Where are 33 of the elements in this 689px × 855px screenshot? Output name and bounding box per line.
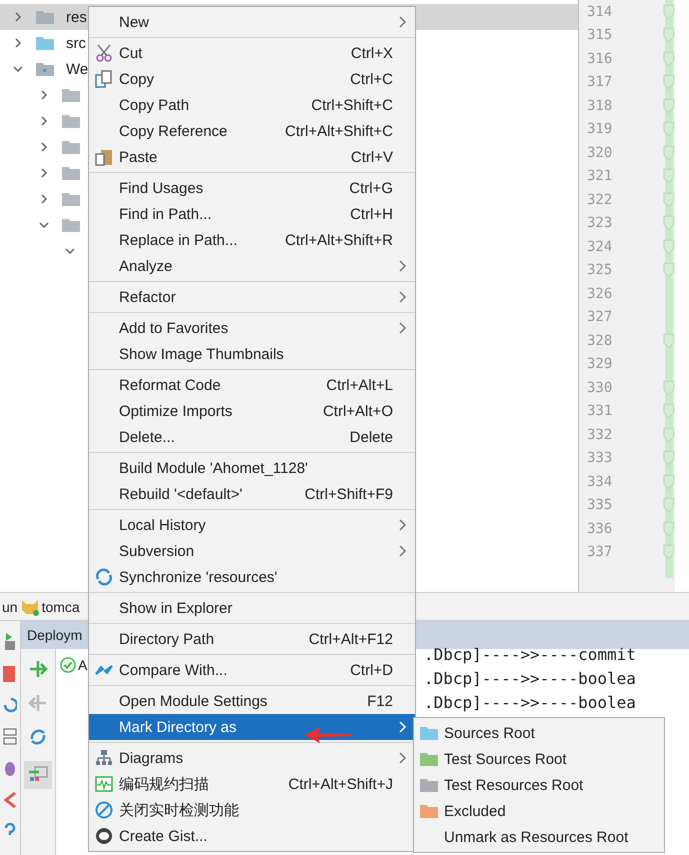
line-number: 316 (587, 50, 614, 67)
line-number: 324 (587, 238, 614, 255)
line-number: 328 (587, 332, 614, 349)
line-number: 323 (587, 215, 614, 232)
line-number: 315 (587, 27, 614, 44)
console-line: .Dbcp]---->>----boolea (424, 668, 636, 690)
line-number: 318 (587, 98, 614, 114)
panel-title: un (2, 598, 18, 614)
console-line: .Dbcp]---->>----commit (424, 644, 636, 666)
line-number: 317 (587, 74, 614, 90)
line-number: 330 (587, 380, 614, 396)
line-number: 337 (587, 544, 614, 560)
line-number: 335 (587, 497, 614, 514)
line-number: 327 (587, 309, 614, 326)
panel-title: tomca (42, 598, 80, 614)
line-number: 332 (587, 426, 614, 443)
line-number: 329 (587, 356, 614, 372)
console-line: .Dbcp]---->>----boolea (424, 692, 636, 714)
line-number: 334 (587, 474, 614, 490)
line-number: 331 (587, 403, 614, 420)
line-number: 325 (587, 262, 614, 278)
deployment-name: A (78, 657, 88, 673)
line-number: 322 (587, 192, 614, 208)
tree-label: We (66, 60, 88, 78)
tree-label: src (66, 34, 86, 52)
line-number: 321 (587, 168, 614, 184)
tree-label: res (66, 8, 87, 26)
line-number: 314 (587, 4, 614, 20)
line-number: 319 (587, 121, 614, 138)
line-number: 326 (587, 286, 614, 302)
line-number: 320 (587, 144, 614, 161)
line-number: 336 (587, 520, 614, 537)
line-number: 333 (587, 450, 614, 466)
